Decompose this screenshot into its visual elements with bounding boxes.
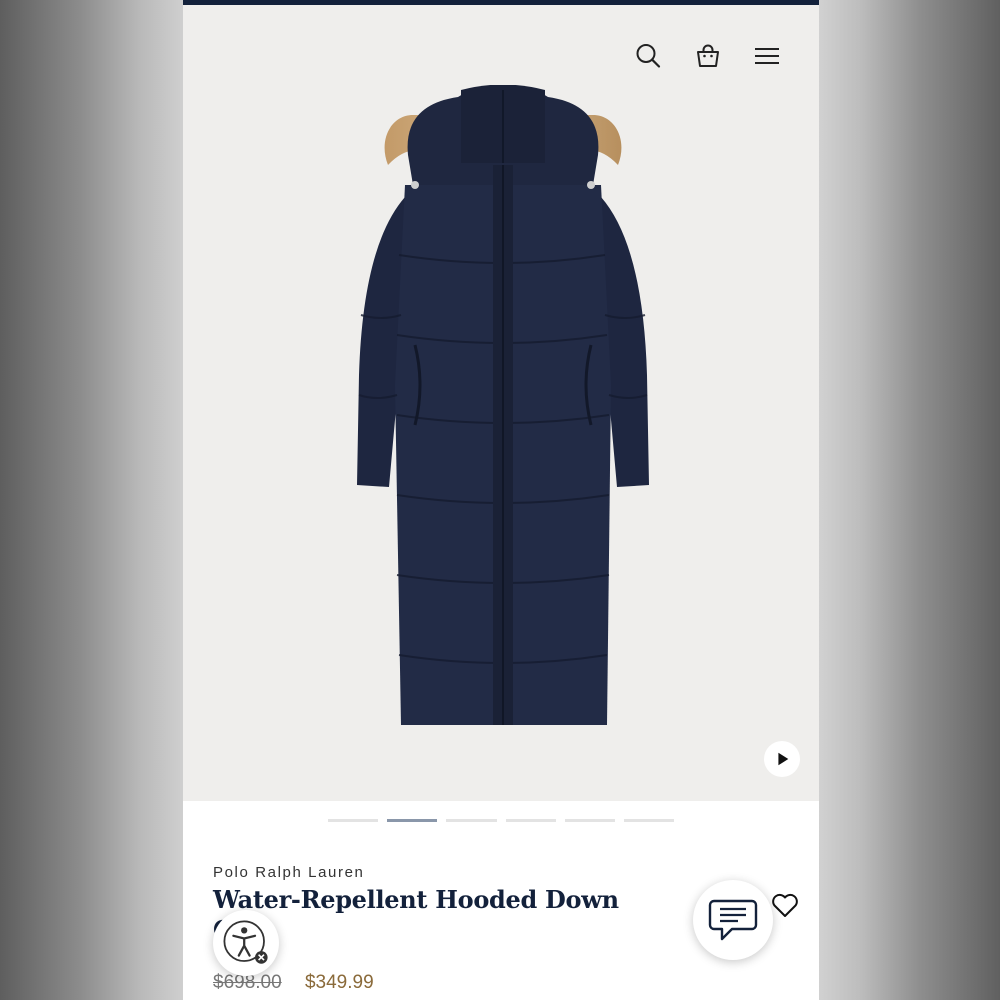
- play-video-button[interactable]: [764, 741, 800, 777]
- chat-button[interactable]: [693, 880, 773, 960]
- gallery-dot[interactable]: [328, 819, 379, 822]
- gallery-dot[interactable]: [446, 819, 497, 822]
- price-row: $698.00 $349.99: [213, 972, 374, 994]
- gallery-dot[interactable]: [564, 819, 615, 822]
- app-screen: Polo Ralph Lauren Water-Repellent Hooded…: [183, 0, 819, 1000]
- gallery-dot-active[interactable]: [387, 819, 438, 822]
- hamburger-menu-icon[interactable]: [752, 41, 782, 71]
- heart-icon: [772, 893, 798, 917]
- wishlist-button[interactable]: [770, 890, 800, 920]
- chat-bubble-icon: [708, 899, 758, 941]
- shopping-bag-icon[interactable]: [693, 41, 723, 71]
- search-icon[interactable]: [633, 41, 663, 71]
- play-icon: [778, 752, 789, 766]
- product-image[interactable]: [343, 85, 663, 735]
- gallery-pagination: [328, 819, 675, 823]
- product-brand[interactable]: Polo Ralph Lauren: [213, 864, 364, 881]
- gallery-dot[interactable]: [505, 819, 556, 822]
- accessibility-button[interactable]: [213, 910, 279, 976]
- product-image-gallery[interactable]: [183, 5, 819, 801]
- gallery-dot[interactable]: [623, 819, 675, 822]
- sale-price: $349.99: [304, 972, 374, 993]
- accessibility-icon: [223, 920, 268, 964]
